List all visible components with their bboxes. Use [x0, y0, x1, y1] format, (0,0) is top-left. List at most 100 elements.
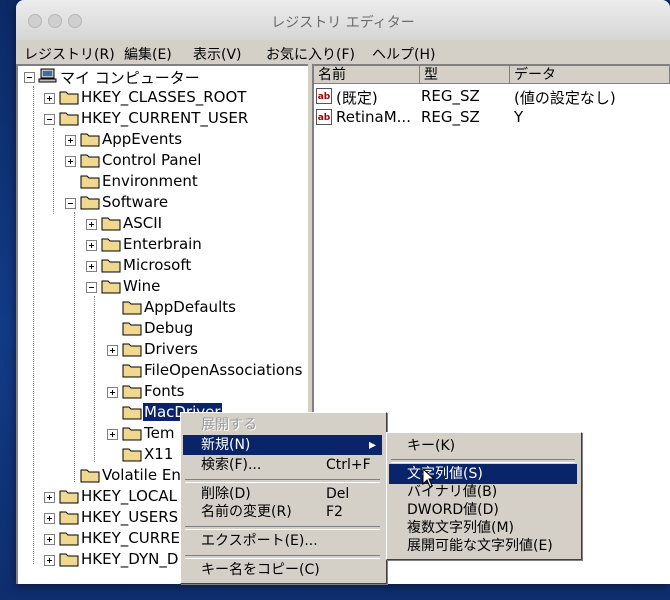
tree-node-hkcr[interactable]: HKEY_CLASSES_ROOT: [18, 87, 308, 108]
tree-label-hkcu: HKEY_CURRENT_USER: [81, 109, 249, 127]
menu-item-new-label: 新規(N): [201, 437, 251, 453]
folder-icon: [101, 259, 121, 273]
tree-label-environment: Environment: [102, 172, 198, 190]
tree-node-root[interactable]: マイ コンピューター: [18, 66, 308, 87]
tree-node-fileopenassociations[interactable]: FileOpenAssociations: [18, 360, 308, 381]
tree-label-enterbrain: Enterbrain: [123, 235, 202, 253]
collapse-icon[interactable]: [24, 72, 35, 83]
menu-item-find[interactable]: 検索(F)... Ctrl+F: [183, 455, 382, 475]
tree-node-debug[interactable]: Debug: [18, 318, 308, 339]
tree-node-appevents[interactable]: AppEvents: [18, 129, 308, 150]
value-row[interactable]: ab (既定) REG_SZ (値の設定なし): [314, 86, 670, 107]
expand-icon[interactable]: [107, 387, 118, 398]
menu-separator: [185, 526, 380, 530]
tree-label-drivers: Drivers: [144, 340, 198, 358]
collapse-icon[interactable]: [86, 282, 97, 293]
menu-registry[interactable]: レジストリ(R): [24, 44, 115, 64]
expand-icon[interactable]: [44, 93, 55, 104]
submenu-item-key[interactable]: キー(K): [389, 436, 577, 456]
folder-icon: [80, 175, 100, 189]
column-header-data[interactable]: データ: [510, 66, 670, 84]
menu-help[interactable]: ヘルプ(H): [372, 44, 435, 64]
menu-item-new[interactable]: 新規(N) ▸: [183, 435, 382, 455]
submenu-item-dword[interactable]: DWORD値(D): [389, 500, 577, 520]
value-type: REG_SZ: [421, 108, 480, 126]
menu-item-delete[interactable]: 削除(D) Del: [183, 484, 382, 504]
menu-item-export[interactable]: エクスポート(E)...: [183, 531, 382, 551]
menu-separator: [185, 555, 380, 559]
folder-icon: [122, 343, 142, 357]
tree-label-appevents: AppEvents: [102, 130, 183, 148]
folder-icon: [80, 469, 100, 483]
expand-icon[interactable]: [86, 219, 97, 230]
tree-node-microsoft[interactable]: Microsoft: [18, 255, 308, 276]
expand-icon[interactable]: [86, 261, 97, 272]
value-data: (値の設定なし): [514, 89, 616, 107]
tree-node-environment[interactable]: Environment: [18, 171, 308, 192]
menu-edit[interactable]: 編集(E): [124, 44, 172, 64]
menu-item-find-label: 検索(F)...: [201, 457, 262, 473]
folder-icon: [59, 553, 79, 567]
collapse-icon[interactable]: [44, 114, 55, 125]
expand-icon[interactable]: [107, 429, 118, 440]
submenu-item-string[interactable]: 文字列値(S): [389, 464, 577, 484]
tree-label-temp: Tem: [144, 424, 175, 442]
expand-icon[interactable]: [86, 240, 97, 251]
submenu-arrow-icon: ▸: [368, 437, 376, 453]
folder-icon: [59, 511, 79, 525]
tree-label-hkcc: HKEY_CURRE: [81, 529, 181, 547]
expand-icon[interactable]: [65, 135, 76, 146]
submenu-item-expandable-string[interactable]: 展開可能な文字列値(E): [389, 536, 577, 556]
folder-icon: [122, 364, 142, 378]
tree-label-control-panel: Control Panel: [102, 151, 202, 169]
menu-item-rename[interactable]: 名前の変更(R) F2: [183, 502, 382, 522]
expand-icon[interactable]: [44, 492, 55, 503]
expand-icon[interactable]: [44, 555, 55, 566]
expand-icon[interactable]: [44, 513, 55, 524]
shortcut-rename: F2: [326, 504, 343, 520]
tree-label-volatile: Volatile En: [102, 466, 181, 484]
folder-icon: [80, 133, 100, 147]
tree-node-control-panel[interactable]: Control Panel: [18, 150, 308, 171]
menu-separator: [185, 479, 380, 483]
submenu-item-multi-string[interactable]: 複数文字列値(M): [389, 518, 577, 538]
tree-label-hkcr: HKEY_CLASSES_ROOT: [81, 88, 247, 106]
tree-label-fileopenassociations: FileOpenAssociations: [144, 361, 303, 379]
column-header-name[interactable]: 名前: [314, 66, 420, 84]
tree-node-hkcu[interactable]: HKEY_CURRENT_USER: [18, 108, 308, 129]
expand-icon[interactable]: [107, 345, 118, 356]
folder-icon: [122, 301, 142, 315]
tree-node-wine[interactable]: Wine: [18, 276, 308, 297]
tree-label-wine: Wine: [123, 277, 161, 295]
folder-icon: [101, 280, 121, 294]
expand-icon[interactable]: [65, 156, 76, 167]
tree-label-root: マイ コンピューター: [60, 69, 200, 87]
menu-item-expand[interactable]: 展開する: [183, 415, 382, 435]
menu-view[interactable]: 表示(V): [193, 44, 242, 64]
tree-node-enterbrain[interactable]: Enterbrain: [18, 234, 308, 255]
tree-node-fonts[interactable]: Fonts: [18, 381, 308, 402]
tree-label-hkdd: HKEY_DYN_D: [81, 550, 179, 568]
value-row[interactable]: ab RetinaM... REG_SZ Y: [314, 107, 670, 128]
value-name: RetinaM...: [336, 108, 411, 126]
collapse-icon[interactable]: [65, 198, 76, 209]
menu-favorites[interactable]: お気に入り(F): [266, 44, 355, 64]
submenu-item-binary[interactable]: バイナリ値(B): [389, 482, 577, 502]
tree-node-ascii[interactable]: ASCII: [18, 213, 308, 234]
column-header-type[interactable]: 型: [420, 66, 510, 84]
folder-icon: [101, 238, 121, 252]
folder-icon: [80, 154, 100, 168]
expand-icon[interactable]: [44, 534, 55, 545]
tree-label-hklm: HKEY_LOCAL: [81, 487, 177, 505]
tree-label-debug: Debug: [144, 319, 194, 337]
folder-icon: [122, 322, 142, 336]
title-bar[interactable]: レジストリ エディター: [16, 0, 670, 41]
tree-node-appdefaults[interactable]: AppDefaults: [18, 297, 308, 318]
string-value-icon: ab: [316, 109, 332, 125]
menu-item-copy-key[interactable]: キー名をコピー(C): [183, 560, 382, 580]
folder-icon: [59, 112, 79, 126]
tree-node-drivers[interactable]: Drivers: [18, 339, 308, 360]
tree-node-software[interactable]: Software: [18, 192, 308, 213]
tree-label-appdefaults: AppDefaults: [144, 298, 236, 316]
context-menu: 展開する 新規(N) ▸ 検索(F)... Ctrl+F 削除(D) Del 名…: [180, 412, 387, 584]
